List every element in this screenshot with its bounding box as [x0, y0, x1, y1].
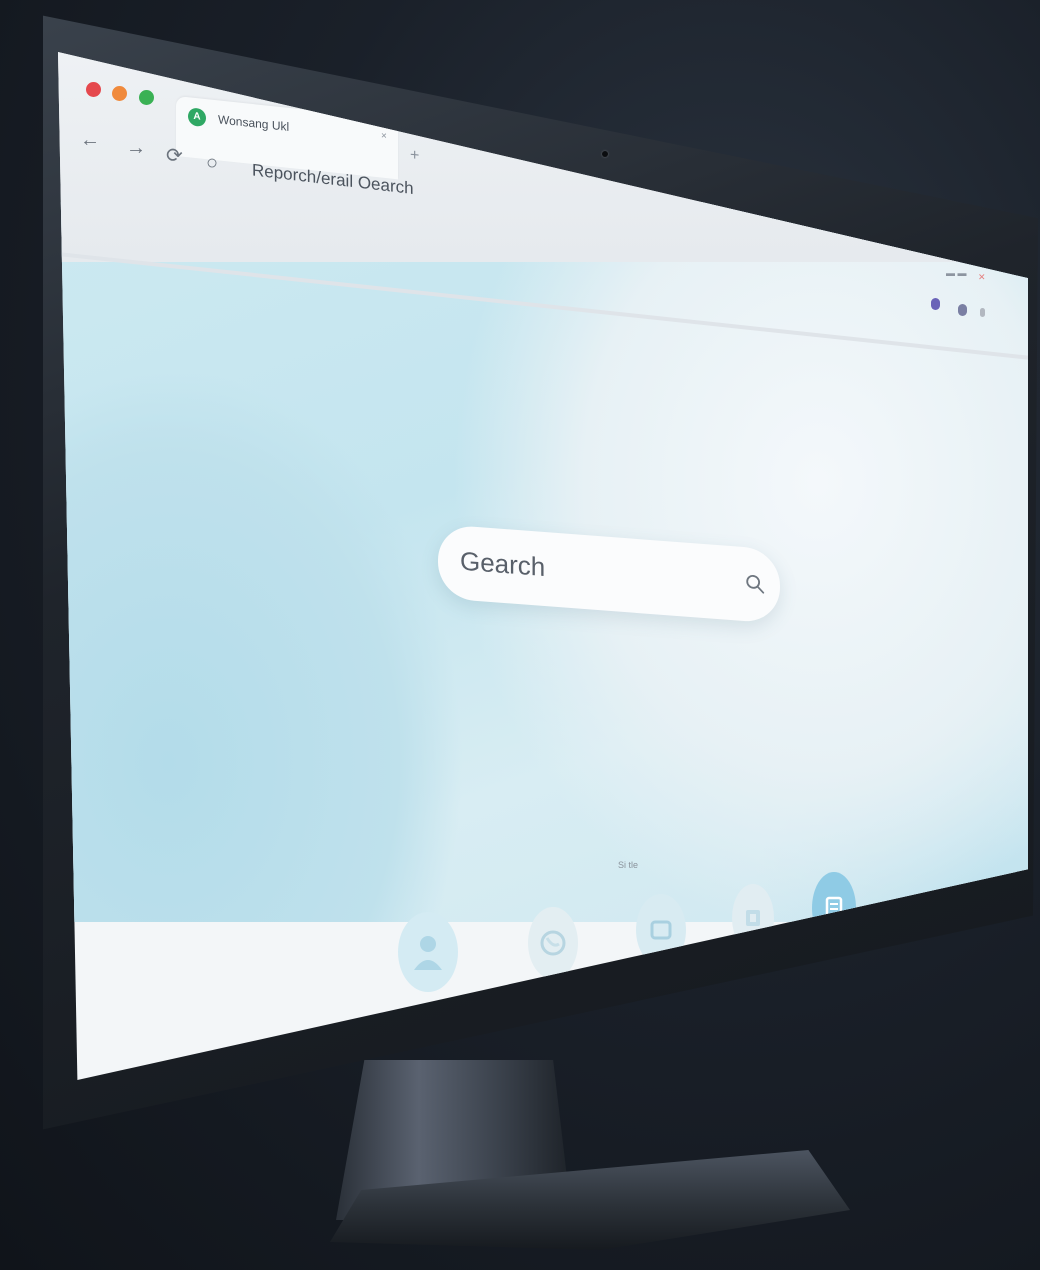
webcam	[602, 151, 608, 157]
back-arrow-icon[interactable]: ←	[80, 130, 100, 150]
minimize-window-button[interactable]	[112, 86, 127, 101]
bottom-status-text: Sts	[621, 1018, 635, 1028]
shelf-label: Si tle	[618, 860, 639, 870]
window-close-icon[interactable]: ✕	[978, 272, 986, 283]
shortcut-item[interactable]	[528, 907, 578, 979]
close-window-button[interactable]	[86, 82, 101, 97]
tab-title: Wonsang Ukl	[218, 112, 290, 134]
home-icon[interactable]: ○	[206, 153, 218, 173]
tab-close-icon[interactable]: ×	[381, 131, 387, 143]
shortcut-item[interactable]	[398, 912, 458, 992]
person-icon	[414, 936, 442, 970]
menu-icon[interactable]	[980, 308, 985, 317]
forward-arrow-icon[interactable]: →	[126, 138, 146, 158]
desktop-scene: A Wonsang Ukl × + ← → ⟳ ○ Reporch/erail …	[0, 0, 1040, 1270]
globe-icon	[540, 930, 566, 956]
search-icon[interactable]	[744, 572, 766, 596]
reload-icon[interactable]: ⟳	[166, 146, 183, 166]
tab-favicon-icon: A	[188, 107, 206, 128]
window-minimize-icon[interactable]: ▬ ▬	[946, 268, 967, 278]
image-icon	[650, 920, 672, 940]
new-tab-button[interactable]: +	[410, 147, 419, 166]
extension-icon[interactable]	[931, 298, 940, 310]
maximize-window-button[interactable]	[139, 90, 154, 105]
search-placeholder: Gearch	[460, 545, 546, 583]
profile-icon[interactable]	[958, 304, 967, 316]
